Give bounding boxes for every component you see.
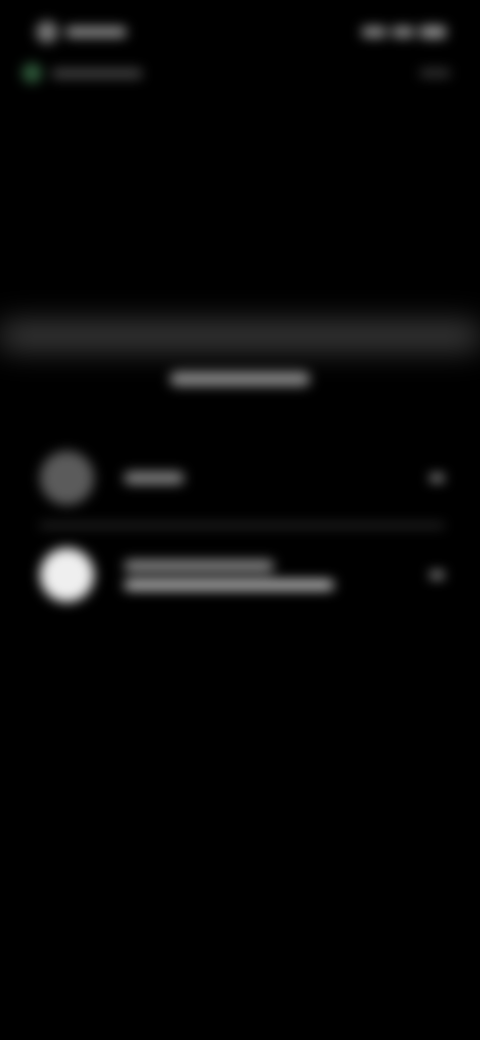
avatar: [40, 451, 94, 505]
app-icon: [36, 21, 58, 43]
list-item-subtitle: [124, 580, 334, 590]
list-item-title: [124, 472, 184, 484]
list-item[interactable]: [40, 540, 444, 610]
list-item-text: [124, 472, 430, 484]
status-right: [362, 26, 446, 38]
sheet-title: [0, 372, 480, 394]
wifi-icon: [392, 27, 414, 37]
top-subtitle-row: [22, 58, 450, 88]
status-bar: [0, 18, 480, 46]
list-item[interactable]: [40, 448, 444, 508]
top-subtitle-right-text: [420, 69, 450, 77]
divider: [40, 525, 444, 526]
status-dot-icon: [22, 63, 42, 83]
battery-icon: [420, 26, 446, 38]
status-left: [36, 21, 126, 43]
top-subtitle-text: [52, 68, 142, 78]
chevron-right-icon: [430, 572, 444, 578]
signal-icon: [362, 27, 386, 37]
app-screen: [0, 0, 480, 1040]
list-item-text: [124, 560, 430, 590]
placeholder-icon: [40, 548, 94, 602]
sheet-title-text: [170, 372, 310, 386]
top-subtitle-left: [22, 63, 142, 83]
list-item-title: [124, 560, 274, 572]
chevron-right-icon: [430, 475, 444, 481]
status-time: [66, 27, 126, 37]
